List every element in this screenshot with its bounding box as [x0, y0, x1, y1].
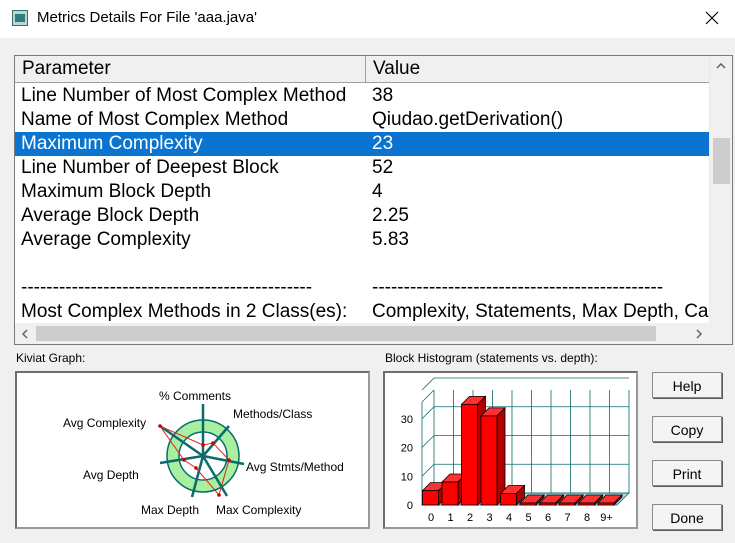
- help-button[interactable]: Help: [652, 372, 722, 398]
- chevron-right-icon: [696, 328, 702, 339]
- y-tick-label: 20: [401, 443, 413, 455]
- scroll-right-button[interactable]: [689, 323, 709, 344]
- scroll-up-button[interactable]: [710, 56, 732, 76]
- title-bar: Metrics Details For File 'aaa.java': [0, 0, 735, 38]
- scrollbar-corner: [709, 323, 732, 344]
- parameter-cell: Name of Most Complex Method: [21, 109, 289, 130]
- kiviat-axis-label: Avg Stmts/Method: [246, 460, 344, 474]
- table-row[interactable]: Line Number of Deepest Block 52: [15, 156, 709, 180]
- x-tick-label: 4: [506, 512, 512, 524]
- x-tick-label: 6: [545, 512, 551, 524]
- table-row[interactable]: Most Complex Methods in 2 Class(es): Com…: [15, 300, 709, 324]
- horizontal-scrollbar[interactable]: [15, 323, 709, 344]
- x-tick-label: 7: [564, 512, 570, 524]
- value-cell: 2.25: [372, 205, 409, 226]
- kiviat-axis-label: Max Complexity: [216, 503, 301, 517]
- kiviat-axis-label: Avg Depth: [83, 468, 139, 482]
- parameter-cell: Maximum Complexity: [21, 133, 203, 154]
- parameter-cell: Average Block Depth: [21, 205, 200, 226]
- column-header-parameter[interactable]: Parameter: [15, 56, 366, 82]
- kiviat-graph: % Comments Methods/Class Avg Stmts/Metho…: [63, 389, 344, 517]
- chevron-up-icon: [716, 63, 726, 69]
- column-header-value[interactable]: Value: [366, 56, 709, 82]
- parameter-cell: Line Number of Deepest Block: [21, 157, 279, 178]
- scroll-left-button[interactable]: [15, 323, 35, 344]
- kiviat-axis-label: Avg Complexity: [63, 416, 146, 430]
- kiviat-axis-label: Max Depth: [141, 503, 199, 517]
- horizontal-scroll-thumb[interactable]: [36, 326, 656, 341]
- app-icon: [12, 10, 28, 26]
- table-row-selected[interactable]: Maximum Complexity 23: [15, 132, 709, 156]
- table-row[interactable]: Average Complexity 5.83: [15, 228, 709, 252]
- value-cell: 52: [372, 157, 394, 178]
- parameter-cell: Most Complex Methods in 2 Class(es):: [21, 301, 348, 322]
- x-tick-label: 5: [525, 512, 531, 524]
- x-tick-label: 1: [447, 512, 453, 524]
- block-histogram-panel: 0 10 20 30 0 1 2 3 4 5 6 7 8 9+: [383, 371, 638, 529]
- vertical-scroll-thumb[interactable]: [713, 138, 730, 184]
- y-tick-label: 30: [401, 414, 413, 426]
- parameter-cell: ----------------------------------------…: [21, 277, 313, 298]
- y-tick-label: 10: [401, 471, 413, 483]
- kiviat-axis-label: Methods/Class: [233, 407, 312, 421]
- table-row[interactable]: [15, 252, 709, 276]
- parameter-cell: Line Number of Most Complex Method: [21, 85, 347, 106]
- value-cell: 23: [372, 133, 394, 154]
- value-cell: 5.83: [372, 229, 409, 250]
- x-tick-label: 2: [467, 512, 473, 524]
- value-cell: 38: [372, 85, 394, 106]
- table-row[interactable]: ----------------------------------------…: [15, 276, 709, 300]
- kiviat-axis-label: % Comments: [159, 389, 231, 403]
- block-histogram-chart: 0 10 20 30 0 1 2 3 4 5 6 7 8 9+: [401, 377, 630, 524]
- vertical-scrollbar[interactable]: [709, 56, 732, 324]
- x-tick-label: 0: [428, 512, 434, 524]
- value-cell: Complexity, Statements, Max Depth, Calls: [372, 301, 709, 322]
- histogram-bar: [480, 406, 506, 506]
- print-button[interactable]: Print: [652, 460, 722, 486]
- kiviat-graph-panel: % Comments Methods/Class Avg Stmts/Metho…: [15, 371, 370, 529]
- copy-button[interactable]: Copy: [652, 416, 722, 442]
- table-header: Parameter Value: [15, 56, 709, 83]
- y-tick-label: 0: [407, 500, 413, 512]
- table-row[interactable]: Line Number of Most Complex Method 38: [15, 84, 709, 108]
- table-row[interactable]: Name of Most Complex Method Qiudao.getDe…: [15, 108, 709, 132]
- done-button[interactable]: Done: [652, 504, 722, 530]
- table-row[interactable]: Average Block Depth 2.25: [15, 204, 709, 228]
- value-cell: ----------------------------------------…: [372, 277, 664, 298]
- value-cell: 4: [372, 181, 383, 202]
- close-icon: [705, 11, 719, 25]
- parameter-cell: Average Complexity: [21, 229, 191, 250]
- table-rows: Line Number of Most Complex Method 38 Na…: [15, 84, 709, 330]
- x-tick-label: 9+: [600, 512, 613, 524]
- table-row[interactable]: Maximum Block Depth 4: [15, 180, 709, 204]
- kiviat-graph-label: Kiviat Graph:: [16, 351, 86, 365]
- chevron-left-icon: [22, 328, 28, 339]
- close-button[interactable]: [689, 0, 735, 36]
- x-tick-label: 3: [486, 512, 492, 524]
- value-cell: Qiudao.getDerivation(): [372, 109, 564, 130]
- x-tick-label: 8: [584, 512, 590, 524]
- metrics-table[interactable]: Parameter Value Line Number of Most Comp…: [14, 55, 733, 345]
- block-histogram-label: Block Histogram (statements vs. depth):: [385, 351, 598, 365]
- parameter-cell: Maximum Block Depth: [21, 181, 212, 202]
- window-title: Metrics Details For File 'aaa.java': [37, 9, 257, 26]
